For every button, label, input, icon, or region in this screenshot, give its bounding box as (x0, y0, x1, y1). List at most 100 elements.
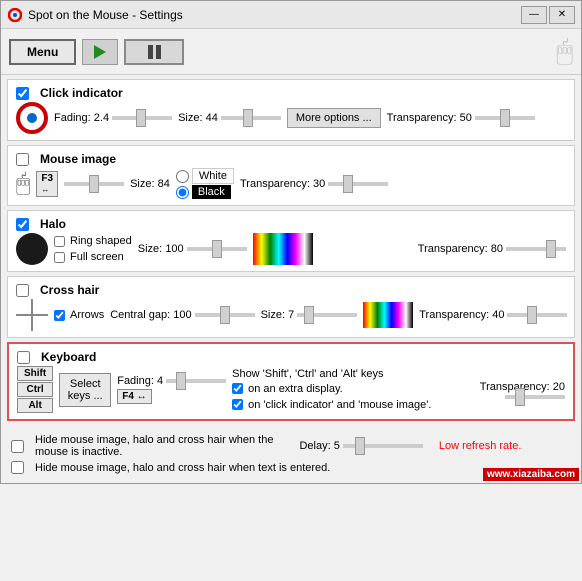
white-radio[interactable] (176, 170, 189, 183)
halo-size-label: Size: 100 (138, 243, 184, 255)
ch-transparency-group: Transparency: 40 (419, 309, 567, 321)
low-refresh-label: Low refresh rate. (439, 440, 522, 452)
close-button[interactable]: ✕ (549, 6, 575, 24)
toolbar: Menu 🖱 (1, 29, 581, 75)
cross-hair-controls: Arrows Central gap: 100 Size: 7 Transpar… (16, 299, 566, 331)
mouse-image-header-row: Mouse image (16, 152, 566, 166)
mi-transparency-group: Transparency: 30 (240, 178, 388, 190)
title-buttons: — ✕ (521, 6, 575, 24)
click-indicator-kb-label: on 'click indicator' and 'mouse image'. (248, 399, 431, 411)
white-radio-row: White (176, 168, 234, 184)
arrows-row: Arrows (54, 309, 104, 321)
ch-transparency-slider[interactable] (507, 313, 567, 317)
f4-badge: F4 ↔ (117, 389, 151, 404)
mouse-image-icon: 🖱 (16, 170, 30, 198)
ci-transparency-slider[interactable] (475, 116, 535, 120)
ci-transparency-label: Transparency: 50 (387, 112, 472, 124)
kb-fading-slider[interactable] (166, 379, 226, 383)
color-radio-group: White Black (176, 168, 234, 199)
arrows-checkbox[interactable] (54, 310, 65, 321)
click-indicator-icon (16, 102, 48, 134)
full-screen-label: Full screen (70, 251, 124, 263)
delay-group: Delay: 5 (299, 440, 422, 452)
halo-size-group: Size: 100 (138, 243, 247, 255)
halo-transparency-group: Transparency: 80 (418, 243, 566, 255)
mouse-logo: 🖱 (556, 35, 573, 68)
minimize-button[interactable]: — (521, 6, 547, 24)
extra-display-row: on an extra display. (232, 383, 474, 395)
halo-checkbox[interactable] (16, 218, 29, 231)
fading-slider[interactable] (112, 116, 172, 120)
halo-title: Halo (40, 217, 66, 231)
cross-hair-checkbox[interactable] (16, 284, 29, 297)
mi-transparency-slider[interactable] (328, 182, 388, 186)
kb-fading-label: Fading: 4 (117, 375, 163, 387)
central-gap-group: Central gap: 100 (110, 309, 254, 321)
pause-button[interactable] (124, 39, 184, 65)
hide-inactive-checkbox[interactable] (11, 440, 24, 453)
delay-slider[interactable] (343, 444, 423, 448)
app-icon (7, 7, 23, 23)
ch-vertical (31, 299, 33, 331)
mi-size-group: Size: 84 (130, 178, 170, 190)
central-gap-slider[interactable] (195, 313, 255, 317)
full-screen-row: Full screen (54, 251, 132, 263)
mouse-image-size-slider[interactable] (64, 182, 124, 186)
mi-transparency-label: Transparency: 30 (240, 178, 325, 190)
mouse-image-controls: 🖱 F3↔ Size: 84 White Black Transparency:… (16, 168, 566, 199)
keyboard-header-row: Keyboard (17, 350, 565, 364)
mouse-image-checkbox[interactable] (16, 153, 29, 166)
kb-fading-group: Fading: 4 (117, 375, 226, 387)
click-indicator-controls: Fading: 2.4 Size: 44 More options ... Tr… (16, 102, 566, 134)
white-label: White (192, 168, 234, 184)
ring-shaped-row: Ring shaped (54, 235, 132, 247)
ctrl-key: Ctrl (17, 382, 53, 397)
mouse-image-section: Mouse image 🖱 F3↔ Size: 84 White Black T… (7, 145, 575, 206)
ring-shaped-label: Ring shaped (70, 235, 132, 247)
delay-label: Delay: 5 (299, 440, 339, 452)
black-radio[interactable] (176, 186, 189, 199)
ch-size-slider[interactable] (297, 313, 357, 317)
halo-color-gradient[interactable] (253, 233, 313, 265)
show-keys-label: Show 'Shift', 'Ctrl' and 'Alt' keys (232, 368, 474, 380)
ch-color-gradient[interactable] (363, 302, 413, 328)
click-indicator-kb-row: on 'click indicator' and 'mouse image'. (232, 399, 474, 411)
ch-transparency-label: Transparency: 40 (419, 309, 504, 321)
extra-display-checkbox[interactable] (232, 383, 243, 394)
click-indicator-row: Click indicator (16, 86, 566, 100)
mi-size-label: Size: 84 (130, 178, 170, 190)
play-icon (94, 45, 106, 59)
pause-line-right (156, 45, 161, 59)
halo-size-slider[interactable] (187, 247, 247, 251)
full-screen-checkbox[interactable] (54, 252, 65, 263)
ci-size-slider[interactable] (221, 116, 281, 120)
kb-transparency-slider[interactable] (505, 395, 565, 399)
click-indicator-checkbox[interactable] (16, 87, 29, 100)
keyboard-controls: Shift Ctrl Alt Select keys ... Fading: 4… (17, 366, 565, 413)
select-keys-button[interactable]: Select keys ... (59, 373, 111, 407)
halo-icon (16, 233, 48, 265)
ch-size-label: Size: 7 (261, 309, 295, 321)
alt-key: Alt (17, 398, 53, 413)
ch-size-group: Size: 7 (261, 309, 358, 321)
more-options-button[interactable]: More options ... (287, 108, 381, 128)
play-button[interactable] (82, 39, 118, 65)
ring-shaped-checkbox[interactable] (54, 236, 65, 247)
click-indicator-kb-checkbox[interactable] (232, 399, 243, 410)
black-label: Black (192, 185, 231, 199)
f3-badge: F3↔ (36, 171, 58, 197)
cross-hair-section: Cross hair Arrows Central gap: 100 Size:… (7, 276, 575, 338)
window-title: Spot on the Mouse - Settings (28, 8, 521, 22)
ci-size-group: Size: 44 (178, 112, 281, 124)
hide-text-label: Hide mouse image, halo and cross hair wh… (35, 462, 330, 474)
main-window: Spot on the Mouse - Settings — ✕ Menu 🖱 … (0, 0, 582, 484)
hide-text-checkbox[interactable] (11, 461, 24, 474)
shift-key: Shift (17, 366, 53, 381)
ci-inner-dot (27, 113, 37, 123)
click-indicator-title: Click indicator (40, 86, 123, 100)
halo-header-row: Halo (16, 217, 566, 231)
halo-transparency-slider[interactable] (506, 247, 566, 251)
keyboard-checkbox[interactable] (17, 351, 30, 364)
extra-display-label: on an extra display. (248, 383, 343, 395)
menu-button[interactable]: Menu (9, 39, 76, 65)
